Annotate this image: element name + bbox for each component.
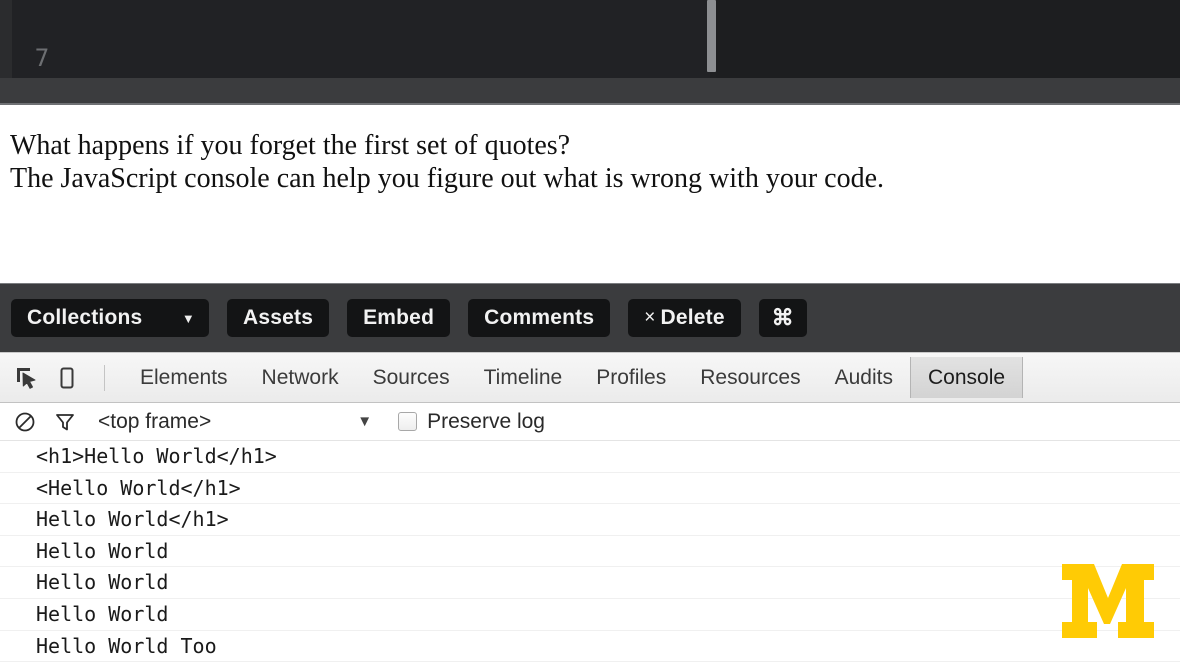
- editor-secondary-pane: [716, 0, 1180, 78]
- comments-button-label: Comments: [484, 306, 595, 329]
- editor-left-rail: [0, 0, 12, 78]
- toolbar-divider: [104, 364, 105, 391]
- narration-line-2: The JavaScript console can help you figu…: [10, 163, 885, 194]
- code-line: 7 </body>: [12, 0, 710, 72]
- screencast-frame: 7 </body> 8 </html> What happens if you …: [0, 0, 1180, 662]
- code-line: 8 </html>: [12, 39, 710, 78]
- filter-funnel-icon[interactable]: [50, 407, 80, 437]
- tab-audits[interactable]: Audits: [818, 357, 910, 398]
- console-log-row: Hello World</h1>: [0, 504, 1180, 536]
- delete-button[interactable]: × Delete: [628, 299, 741, 337]
- console-log-row: <h1>Hello World</h1>: [0, 441, 1180, 473]
- assets-button-label: Assets: [243, 306, 314, 329]
- command-icon: ⌘: [771, 305, 794, 330]
- console-log-row: <Hello World</h1>: [0, 473, 1180, 505]
- clear-console-icon[interactable]: [10, 407, 40, 437]
- console-log-row: Hello World Too: [0, 631, 1180, 662]
- devtools-tab-bar: Elements Network Sources Timeline Profil…: [0, 352, 1180, 403]
- console-log-row: Hello World: [0, 599, 1180, 631]
- console-log-list[interactable]: <h1>Hello World</h1> <Hello World</h1> H…: [0, 441, 1180, 662]
- tab-resources[interactable]: Resources: [683, 357, 817, 398]
- embed-button-label: Embed: [363, 306, 435, 329]
- delete-button-label: Delete: [660, 306, 725, 329]
- assets-button[interactable]: Assets: [227, 299, 330, 337]
- embed-button[interactable]: Embed: [347, 299, 451, 337]
- console-log-row: Hello World: [0, 536, 1180, 568]
- code-editor: 7 </body> 8 </html>: [0, 0, 1180, 78]
- frame-selector[interactable]: <top frame>: [98, 410, 211, 434]
- tab-console[interactable]: Console: [910, 357, 1024, 398]
- inspect-element-icon[interactable]: [10, 361, 44, 395]
- close-icon: ×: [644, 307, 656, 328]
- chevron-down-icon: ▼: [181, 310, 195, 326]
- editor-status-shelf: [0, 78, 1180, 105]
- tab-timeline[interactable]: Timeline: [467, 357, 580, 398]
- app-toolbar: Collections ▼ Assets Embed Comments × De…: [0, 283, 1180, 352]
- comments-button[interactable]: Comments: [468, 299, 611, 337]
- preserve-log-label[interactable]: Preserve log: [427, 410, 545, 434]
- device-toolbar-icon[interactable]: [50, 361, 84, 395]
- chevron-down-icon[interactable]: ▼: [357, 413, 372, 430]
- narration-text-block: What happens if you forget the first set…: [0, 105, 1180, 283]
- console-log-row: Hello World: [0, 567, 1180, 599]
- command-key-button[interactable]: ⌘: [758, 299, 807, 337]
- tab-network[interactable]: Network: [245, 357, 356, 398]
- code-pane[interactable]: 7 </body> 8 </html>: [12, 0, 710, 78]
- collections-dropdown-button[interactable]: Collections ▼: [11, 299, 209, 337]
- console-filter-bar: <top frame> ▼ Preserve log: [0, 403, 1180, 441]
- tab-sources[interactable]: Sources: [356, 357, 467, 398]
- narration-line-1: What happens if you forget the first set…: [10, 130, 571, 161]
- preserve-log-checkbox[interactable]: [398, 412, 418, 431]
- editor-vertical-scrollbar[interactable]: [707, 0, 716, 72]
- tab-profiles[interactable]: Profiles: [579, 357, 683, 398]
- tab-elements[interactable]: Elements: [123, 357, 245, 398]
- collections-dropdown-label: Collections: [27, 306, 143, 329]
